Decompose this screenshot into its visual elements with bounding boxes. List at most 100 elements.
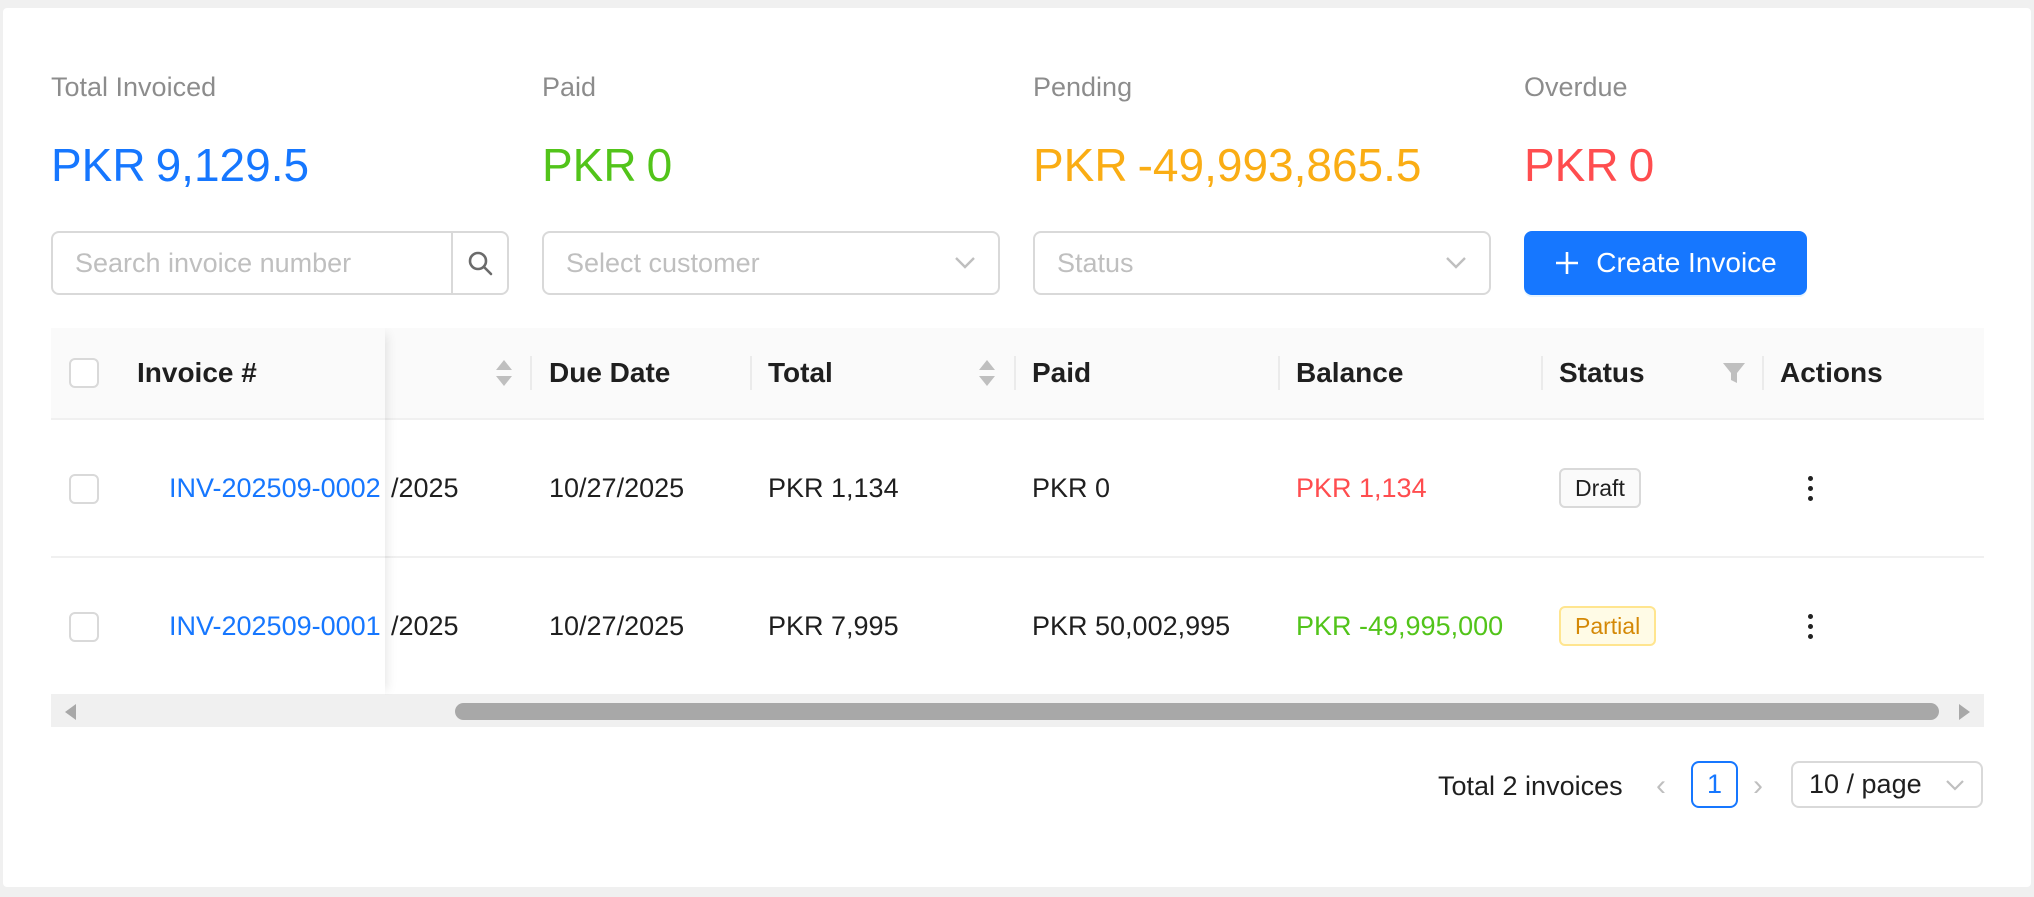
cell-total: PKR 1,134 bbox=[768, 472, 899, 503]
next-page-icon[interactable]: › bbox=[1753, 769, 1763, 803]
cell-balance: PKR -49,995,000 bbox=[1296, 610, 1504, 641]
sort-icon[interactable] bbox=[495, 328, 513, 418]
cell-issue-date: /2025 bbox=[391, 610, 459, 641]
header-balance-label: Balance bbox=[1296, 357, 1404, 388]
column-separator bbox=[750, 356, 752, 390]
stat-label: Paid bbox=[542, 72, 597, 102]
header-actions-label: Actions bbox=[1780, 357, 1883, 388]
stat-prefix: PKR bbox=[542, 139, 637, 191]
scroll-right-arrow-icon[interactable] bbox=[1959, 704, 1970, 720]
stat-pending: Pending PKR -49,993,865.5 bbox=[1033, 70, 1422, 194]
select-all-checkbox[interactable] bbox=[69, 358, 99, 388]
page-number-button[interactable]: 1 bbox=[1691, 761, 1738, 808]
stat-total-invoiced: Total Invoiced PKR 9,129.5 bbox=[51, 70, 309, 194]
header-status: Status bbox=[1559, 328, 1645, 418]
row-checkbox[interactable] bbox=[69, 474, 99, 504]
stat-paid: Paid PKR 0 bbox=[542, 70, 672, 194]
search-button[interactable] bbox=[451, 233, 507, 293]
plus-icon bbox=[1556, 252, 1579, 274]
scroll-left-arrow-icon[interactable] bbox=[65, 704, 76, 720]
horizontal-scrollbar[interactable] bbox=[51, 695, 1984, 727]
sort-icon bbox=[979, 360, 995, 386]
customer-select[interactable]: Select customer bbox=[542, 231, 1000, 295]
cell-total: PKR 7,995 bbox=[768, 610, 899, 641]
fixed-header: Invoice # bbox=[51, 328, 385, 420]
more-actions-icon[interactable] bbox=[1800, 475, 1820, 501]
header-total[interactable]: Total bbox=[768, 328, 833, 418]
header-due-date: Due Date bbox=[549, 328, 670, 418]
stat-value: PKR -49,993,865.5 bbox=[1033, 136, 1422, 194]
row-checkbox[interactable] bbox=[69, 612, 99, 642]
prev-page-icon[interactable]: ‹ bbox=[1656, 769, 1666, 803]
search-input[interactable] bbox=[53, 233, 451, 293]
stat-amount: 9,129.5 bbox=[155, 139, 310, 191]
scrollbar-thumb[interactable] bbox=[455, 703, 1939, 720]
create-invoice-button[interactable]: Create Invoice bbox=[1524, 231, 1807, 295]
stat-amount: -49,993,865.5 bbox=[1137, 139, 1422, 191]
chevron-down-icon bbox=[1446, 257, 1466, 269]
search-icon bbox=[468, 251, 493, 276]
status-select[interactable]: Status bbox=[1033, 231, 1491, 295]
page-size-select[interactable]: 10 / page bbox=[1791, 761, 1983, 808]
page-size-label: 10 / page bbox=[1809, 769, 1922, 799]
stat-prefix: PKR bbox=[1033, 139, 1128, 191]
stat-amount: 0 bbox=[1628, 139, 1655, 191]
column-separator bbox=[1014, 356, 1016, 390]
status-badge: Draft bbox=[1559, 468, 1641, 508]
customer-select-placeholder: Select customer bbox=[566, 247, 760, 278]
stat-label: Total Invoiced bbox=[51, 72, 217, 102]
column-separator bbox=[1762, 356, 1764, 390]
cell-actions bbox=[1800, 558, 1820, 694]
invoice-table: e Due Date Total Paid Balance Status Act… bbox=[51, 328, 1984, 727]
create-invoice-label: Create Invoice bbox=[1596, 247, 1777, 278]
cell-due-date: 10/27/2025 bbox=[549, 472, 685, 503]
cell-paid: PKR 0 bbox=[1032, 472, 1111, 503]
status-select-placeholder: Status bbox=[1057, 247, 1134, 278]
header-paid: Paid bbox=[1032, 328, 1091, 418]
cell-status: Partial bbox=[1559, 558, 1657, 694]
header-paid-label: Paid bbox=[1032, 357, 1092, 388]
pagination-total: Total 2 invoices bbox=[1438, 771, 1623, 801]
stat-label: Overdue bbox=[1524, 72, 1628, 102]
header-total-label: Total bbox=[768, 357, 833, 388]
stat-overdue: Overdue PKR 0 bbox=[1524, 70, 1654, 194]
column-separator bbox=[530, 356, 532, 390]
header-invoice-number: Invoice # bbox=[137, 328, 257, 418]
header-status-label: Status bbox=[1559, 357, 1645, 388]
more-actions-icon[interactable] bbox=[1800, 613, 1820, 639]
stat-amount: 0 bbox=[646, 139, 673, 191]
header-due-date-label: Due Date bbox=[549, 357, 671, 388]
stat-label: Pending bbox=[1033, 72, 1133, 102]
page-number-label: 1 bbox=[1706, 769, 1723, 799]
cell-issue-date: /2025 bbox=[391, 472, 459, 503]
sort-icon bbox=[496, 360, 512, 386]
cell-paid: PKR 50,002,995 bbox=[1032, 610, 1231, 641]
filter-icon[interactable] bbox=[1722, 328, 1746, 418]
chevron-down-icon bbox=[1946, 779, 1964, 791]
cell-invoice-number: INV-202509-0001 bbox=[169, 558, 381, 694]
search-input-group bbox=[51, 231, 509, 295]
stat-prefix: PKR bbox=[51, 139, 146, 191]
header-invoice-label: Invoice # bbox=[137, 357, 257, 388]
invoice-link[interactable]: INV-202509-0001 bbox=[169, 611, 381, 642]
header-balance: Balance bbox=[1296, 328, 1403, 418]
stat-value: PKR 0 bbox=[1524, 136, 1654, 194]
chevron-down-icon bbox=[955, 257, 975, 269]
filter-icon bbox=[1723, 363, 1745, 383]
stat-value: PKR 0 bbox=[542, 136, 672, 194]
sort-icon[interactable] bbox=[978, 328, 996, 418]
status-badge: Partial bbox=[1559, 606, 1657, 646]
header-actions: Actions bbox=[1780, 328, 1883, 418]
fixed-left-columns: Invoice # INV-202509-0002 INV-202509-000… bbox=[51, 328, 385, 696]
fixed-row: INV-202509-0001 bbox=[51, 558, 385, 696]
cell-due-date: 10/27/2025 bbox=[549, 610, 685, 641]
cell-actions bbox=[1800, 420, 1820, 556]
stat-prefix: PKR bbox=[1524, 139, 1619, 191]
cell-invoice-number: INV-202509-0002 bbox=[169, 420, 381, 556]
column-separator bbox=[1541, 356, 1543, 390]
invoice-link[interactable]: INV-202509-0002 bbox=[169, 473, 381, 504]
cell-status: Draft bbox=[1559, 420, 1641, 556]
fixed-row: INV-202509-0002 bbox=[51, 420, 385, 558]
stat-value: PKR 9,129.5 bbox=[51, 136, 309, 194]
column-separator bbox=[1278, 356, 1280, 390]
